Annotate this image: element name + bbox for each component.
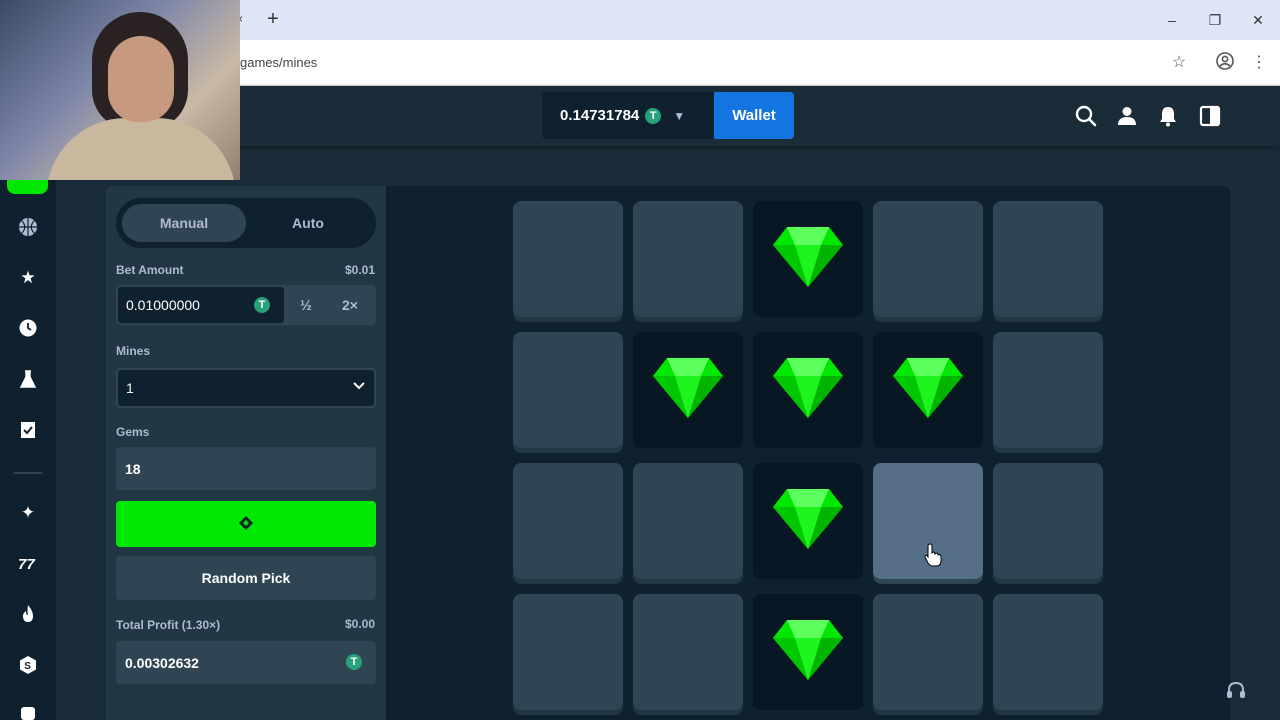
close-window-button[interactable]: ✕	[1248, 10, 1268, 30]
recent-clock-icon[interactable]	[17, 318, 39, 340]
profile-icon[interactable]	[1214, 52, 1236, 74]
new-tab-button[interactable]: +	[264, 9, 282, 29]
webcam-overlay	[0, 0, 240, 180]
total-profit-label: Total Profit (1.30×)	[116, 618, 221, 632]
mines-label: Mines	[116, 344, 151, 358]
svg-text:S: S	[24, 661, 31, 672]
mines-select[interactable]: 1	[116, 368, 376, 408]
mine-tile[interactable]	[633, 463, 743, 579]
random-pick-button[interactable]: Random Pick	[116, 556, 376, 600]
gem-icon	[653, 358, 723, 418]
half-bet-button[interactable]: ½	[284, 285, 328, 325]
mine-tile[interactable]	[873, 594, 983, 710]
mine-tile[interactable]	[633, 594, 743, 710]
tether-icon: T	[254, 297, 270, 313]
slots-777-icon[interactable]: 77	[17, 553, 39, 575]
double-bet-button[interactable]: 2×	[328, 285, 372, 325]
support-headset-icon[interactable]	[1225, 680, 1247, 702]
mine-tile[interactable]	[873, 201, 983, 317]
minimize-button[interactable]: –	[1162, 10, 1182, 30]
gems-label: Gems	[116, 425, 150, 439]
tab-manual[interactable]: Manual	[122, 204, 246, 242]
more-games-icon[interactable]	[17, 704, 39, 720]
mine-tile[interactable]	[513, 463, 623, 579]
revealed-gem-tile	[753, 201, 863, 317]
user-icon[interactable]	[1115, 104, 1139, 128]
gems-field: 18	[116, 447, 376, 490]
gem-icon	[773, 227, 843, 287]
revealed-gem-tile	[753, 463, 863, 579]
total-profit-field: 0.00302632 T	[116, 641, 376, 684]
bell-icon[interactable]	[1156, 104, 1180, 128]
bets-ticket-icon[interactable]	[17, 420, 39, 442]
gem-icon	[773, 358, 843, 418]
favorites-star-icon[interactable]: ★	[17, 267, 39, 289]
hot-flame-icon[interactable]	[17, 604, 39, 626]
gem-icon	[773, 489, 843, 549]
total-profit-usd: $0.00	[344, 617, 375, 631]
wallet-button[interactable]: Wallet	[714, 92, 794, 139]
mine-tile[interactable]	[993, 201, 1103, 317]
svg-text:77: 77	[18, 556, 35, 573]
mines-value: 1	[118, 370, 374, 406]
challenges-flask-icon[interactable]	[17, 369, 39, 391]
restore-button[interactable]: ❐	[1205, 10, 1225, 30]
pointer-hand-icon	[924, 543, 942, 567]
revealed-gem-tile	[753, 594, 863, 710]
search-icon[interactable]	[1074, 104, 1098, 128]
browser-menu-icon[interactable]: ⋮	[1248, 52, 1270, 74]
rail-divider	[14, 472, 42, 474]
balance-selector[interactable]: 0.14731784 T ▼	[542, 92, 714, 139]
basketball-icon[interactable]	[17, 216, 39, 238]
left-nav-rail: ★ ✦ 77 S	[0, 146, 56, 720]
cashout-button[interactable]	[116, 501, 376, 547]
bet-amount-label: Bet Amount	[116, 263, 184, 277]
sparkle-icon[interactable]: ✦	[17, 502, 39, 524]
gems-value: 18	[125, 461, 141, 477]
total-profit-value: 0.00302632	[125, 655, 199, 671]
mode-toggle: Manual Auto	[116, 198, 376, 248]
mine-tile[interactable]	[513, 332, 623, 448]
mine-tile[interactable]	[993, 332, 1103, 448]
bet-amount-usd: $0.01	[344, 263, 375, 277]
casino-indicator	[7, 180, 48, 194]
mine-tile[interactable]	[513, 201, 623, 317]
revealed-gem-tile	[873, 332, 983, 448]
sidebar-toggle-icon[interactable]	[1198, 104, 1222, 128]
bet-control-panel: Manual Auto Bet Amount $0.01 T ½ 2× Mine…	[106, 186, 386, 720]
revealed-gem-tile	[633, 332, 743, 448]
balance-amount: 0.14731784	[560, 107, 640, 124]
originals-icon[interactable]: S	[17, 655, 39, 677]
chevron-down-icon: ▼	[673, 108, 686, 123]
mine-tile[interactable]	[633, 201, 743, 317]
gem-icon	[773, 620, 843, 680]
revealed-gem-tile	[753, 332, 863, 448]
tab-auto[interactable]: Auto	[246, 204, 370, 242]
bookmark-star-icon[interactable]: ☆	[1168, 52, 1190, 74]
gem-icon	[893, 358, 963, 418]
chevron-down-icon	[352, 379, 366, 398]
tether-icon: T	[346, 654, 362, 670]
mines-bomb-icon	[239, 515, 253, 530]
mine-tile[interactable]	[513, 594, 623, 710]
mine-tile[interactable]	[993, 594, 1103, 710]
bet-amount-group: T ½ 2×	[116, 285, 376, 325]
url-text[interactable]: games/mines	[240, 55, 317, 70]
tether-icon: T	[645, 107, 662, 124]
mine-tile[interactable]	[993, 463, 1103, 579]
